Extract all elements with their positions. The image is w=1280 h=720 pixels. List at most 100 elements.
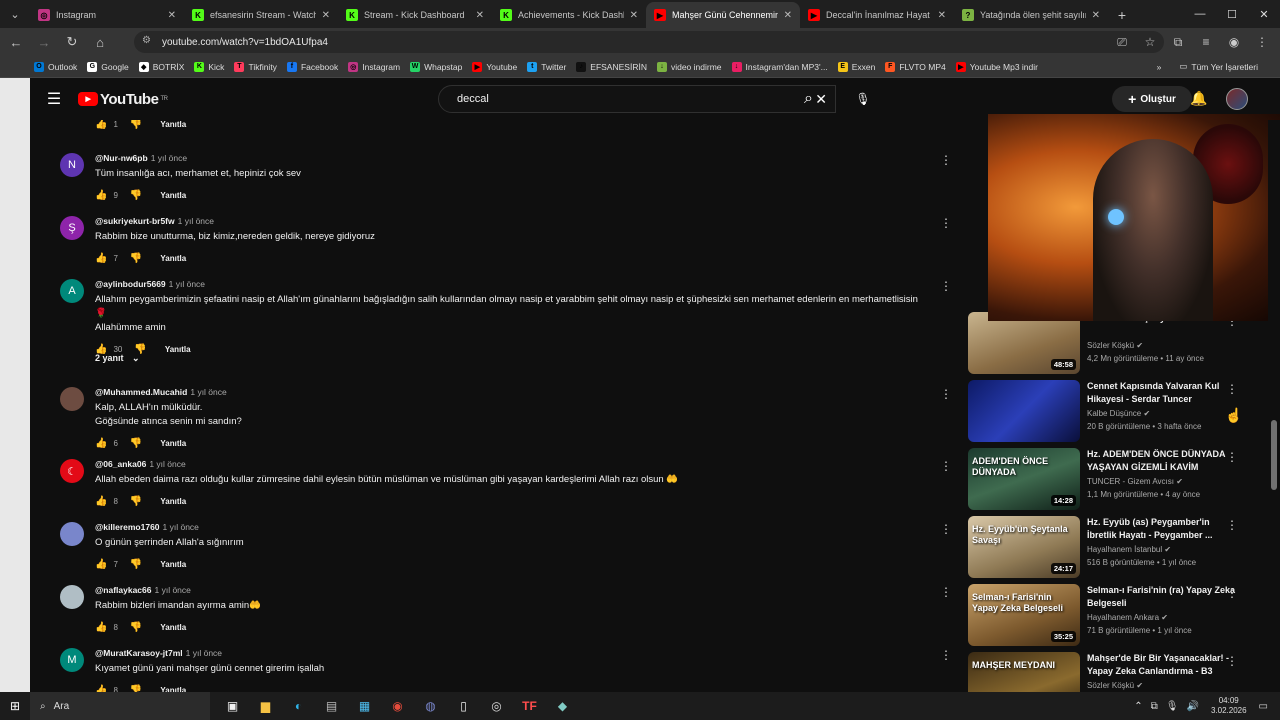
profile-icon[interactable]: ◉	[1222, 31, 1246, 53]
bookmark-item[interactable]: ↓ video indirme	[656, 61, 722, 72]
comment-menu-icon[interactable]: ⋮	[940, 216, 952, 230]
clear-search-icon[interactable]: ✕	[815, 91, 827, 108]
bookmark-item[interactable]: F FLVTO MP4	[885, 61, 946, 72]
channel-name[interactable]: Hayalhanem Ankara ✔	[1087, 613, 1237, 622]
related-video[interactable]: Selman-ı Farisi'nin Yapay Zeka Belgeseli…	[968, 584, 1268, 646]
comment-menu-icon[interactable]: ⋮	[940, 648, 952, 662]
search-icon[interactable]: ⌕	[804, 90, 813, 108]
obs-icon[interactable]: ◎	[480, 692, 513, 720]
new-tab-button[interactable]: +	[1108, 2, 1136, 28]
dislike-icon[interactable]: 👎	[130, 120, 142, 130]
bookmark-item[interactable]: G Google	[87, 61, 129, 72]
browser-tab[interactable]: K Stream - Kick Dashboard ✕	[338, 2, 492, 28]
related-video[interactable]: MAHŞER MEYDANI Mahşer'de Bir Bir Yaşanac…	[968, 652, 1268, 692]
page-scrollbar[interactable]	[1268, 120, 1280, 692]
dislike-icon[interactable]: 👎	[130, 190, 142, 201]
close-tab-icon[interactable]: ✕	[322, 10, 330, 21]
browser-tab[interactable]: ▶ Mahşer Günü Cehennemin Ka ✕	[646, 2, 800, 28]
related-video[interactable]: Cennet Kapısında Yalvaran Kul Hikayesi -…	[968, 380, 1268, 442]
comment-menu-icon[interactable]: ⋮	[940, 522, 952, 536]
bookmark-star-icon[interactable]: ☆	[1138, 31, 1162, 53]
bookmark-item[interactable]: ▶ Youtube Mp3 indir	[955, 61, 1038, 72]
video-menu-icon[interactable]: ⋮	[1226, 586, 1238, 600]
comment-menu-icon[interactable]: ⋮	[940, 387, 952, 401]
channel-name[interactable]: Sözler Köşkü ✔	[1087, 681, 1237, 690]
account-avatar[interactable]	[1226, 88, 1248, 110]
bookmark-item[interactable]: t Twitter	[527, 61, 566, 72]
like-icon[interactable]: 👍	[95, 559, 107, 570]
comment-author[interactable]: @aylinbodur5669	[95, 279, 166, 289]
app-icon[interactable]: ▤	[315, 692, 348, 720]
video-title[interactable]: Cennet Kapısında Yalvaran Kul Hikayesi -…	[1087, 380, 1237, 406]
reply-button[interactable]: Yanıtla	[160, 497, 186, 506]
video-menu-icon[interactable]: ⋮	[1226, 518, 1238, 532]
close-tab-icon[interactable]: ✕	[630, 10, 638, 21]
channel-name[interactable]: Sözler Köşkü ✔	[1087, 341, 1237, 350]
dislike-icon[interactable]: 👎	[130, 559, 142, 570]
bookmark-item[interactable]: O Outlook	[34, 61, 77, 72]
tab-search-icon[interactable]: ⌄	[0, 0, 30, 28]
minimize-icon[interactable]: —	[1184, 8, 1216, 20]
dislike-icon[interactable]: 👎	[130, 622, 142, 633]
cast-icon[interactable]: ⎚	[1110, 31, 1134, 53]
comment-time[interactable]: 1 yıl önce	[149, 459, 185, 469]
comment-author[interactable]: @sukriyekurt-br5fw	[95, 216, 175, 226]
comment-author[interactable]: @Muhammed.Mucahid	[95, 387, 187, 397]
forward-icon[interactable]: →	[32, 30, 56, 54]
comment-menu-icon[interactable]: ⋮	[940, 279, 952, 293]
chrome-icon[interactable]: ◉	[381, 692, 414, 720]
comment-author[interactable]: @naflaykac66	[95, 585, 152, 595]
create-button[interactable]: + Oluştur	[1112, 86, 1192, 112]
reply-button[interactable]: Yanıtla	[160, 191, 186, 200]
comment-menu-icon[interactable]: ⋮	[940, 585, 952, 599]
reply-button[interactable]: Yanıtla	[160, 254, 186, 263]
commenter-avatar[interactable]	[60, 522, 84, 546]
like-icon[interactable]: 👍	[95, 190, 107, 201]
reply-button[interactable]: Yanıtla	[160, 439, 186, 448]
document-icon[interactable]: ▯	[447, 692, 480, 720]
tf-icon[interactable]: TF	[513, 692, 546, 720]
video-thumbnail[interactable]: MAHŞER MEYDANI	[968, 652, 1080, 692]
maximize-icon[interactable]: ☐	[1216, 8, 1248, 21]
video-title[interactable]: Selman-ı Farisi'nin (ra) Yapay Zeka Belg…	[1087, 584, 1237, 610]
bookmark-item[interactable]: f Facebook	[286, 61, 338, 72]
app-icon[interactable]: ◆	[546, 692, 579, 720]
comment-author[interactable]: @killeremo1760	[95, 522, 160, 532]
comment-author[interactable]: @Nur-nw6pb	[95, 153, 148, 163]
edge-icon[interactable]: ◐	[282, 692, 315, 720]
commenter-avatar[interactable]: ☾	[60, 459, 84, 483]
bookmark-item[interactable]: E Exxen	[837, 61, 875, 72]
close-tab-icon[interactable]: ✕	[476, 10, 484, 21]
video-thumbnail[interactable]: 48:58	[968, 312, 1080, 374]
file-explorer-icon[interactable]: ▆	[249, 692, 282, 720]
volume-icon[interactable]: 🔊	[1187, 701, 1199, 712]
close-tab-icon[interactable]: ✕	[168, 10, 176, 21]
all-bookmarks[interactable]: ▭ Tüm Yer İşaretleri	[1179, 61, 1258, 72]
task-view-icon[interactable]: ▣	[216, 692, 249, 720]
windows-start-icon[interactable]: ⊞	[0, 699, 30, 713]
video-thumbnail[interactable]	[968, 380, 1080, 442]
commenter-avatar[interactable]: N	[60, 153, 84, 177]
notifications-bell-icon[interactable]: 🔔	[1190, 90, 1207, 107]
video-thumbnail[interactable]: Hz. Eyyüb'ün Şeytanla Savaşı 24:17	[968, 516, 1080, 578]
comment-time[interactable]: 1 yıl önce	[190, 387, 226, 397]
related-video[interactable]: 48:58 Canlandırılmış Siyer Serisi - EY..…	[968, 312, 1268, 374]
reply-button[interactable]: Yanıtla	[160, 560, 186, 569]
commenter-avatar[interactable]	[60, 387, 84, 411]
store-icon[interactable]: ▦	[348, 692, 381, 720]
comment-time[interactable]: 1 yıl önce	[163, 522, 199, 532]
comment-time[interactable]: 1 yıl önce	[178, 216, 214, 226]
home-icon[interactable]: ⌂	[88, 30, 112, 54]
bookmark-item[interactable]: T Tikfinity	[234, 61, 277, 72]
bookmark-item[interactable]: ◎ Instagram	[348, 61, 400, 72]
search-input[interactable]: deccal ✕	[438, 85, 836, 113]
mic-icon[interactable]: 🎙	[1166, 701, 1179, 712]
comment-menu-icon[interactable]: ⋮	[940, 459, 952, 473]
video-thumbnail[interactable]: ADEM'DEN ÖNCE DÜNYADA 14:28	[968, 448, 1080, 510]
dislike-icon[interactable]: 👎	[130, 253, 142, 264]
commenter-avatar[interactable]: M	[60, 648, 84, 672]
like-icon[interactable]: 👍	[95, 438, 107, 449]
microphone-icon[interactable]: 🎙	[850, 86, 876, 112]
extensions-icon[interactable]: ⧉	[1166, 31, 1190, 53]
chrome-menu-icon[interactable]: ⋮	[1250, 31, 1274, 53]
